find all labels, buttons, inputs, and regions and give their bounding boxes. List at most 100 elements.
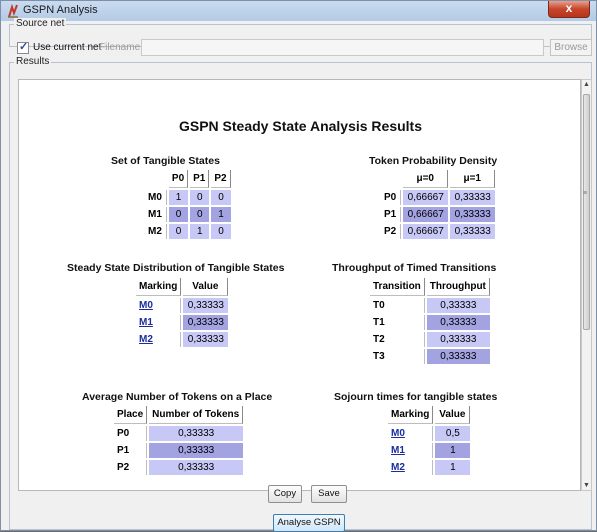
- table-cell: 0: [190, 190, 210, 205]
- table-cell: 1: [435, 443, 471, 458]
- table-cell: 0: [168, 224, 189, 239]
- column-header: Value: [435, 406, 471, 424]
- table-row: M0 1 0 0: [145, 190, 231, 205]
- close-button[interactable]: x: [548, 1, 590, 18]
- use-current-net-label[interactable]: Use current net: [33, 42, 101, 53]
- throughput-table: Transition Throughput T0 0,33333 T1 0,33…: [368, 276, 492, 366]
- marking-link[interactable]: M2: [388, 460, 434, 475]
- token-density-title: Token Probability Density: [369, 155, 498, 167]
- table-cell: 0,5: [435, 426, 471, 441]
- table-row: M1 0,33333: [136, 315, 229, 330]
- column-header: P2: [211, 170, 231, 188]
- column-header: Value: [183, 278, 229, 296]
- filename-field[interactable]: [141, 39, 544, 56]
- marking-link[interactable]: M1: [388, 443, 434, 458]
- table-header-row: Marking Value: [388, 406, 471, 424]
- table-cell: 0,33333: [450, 207, 496, 222]
- marking-link[interactable]: M2: [136, 332, 182, 347]
- table-header-row: Place Number of Tokens: [114, 406, 244, 424]
- table-cell: 0,33333: [149, 443, 244, 458]
- source-net-group-label: Source net: [14, 18, 67, 29]
- table-cell: 0,33333: [183, 332, 229, 347]
- row-header: P1: [381, 207, 402, 222]
- close-icon: x: [565, 1, 573, 15]
- window-client-area: Source net ✓ Use current net Filename: B…: [1, 18, 596, 532]
- row-header: T2: [370, 332, 425, 347]
- row-header: T1: [370, 315, 425, 330]
- table-cell: 1: [435, 460, 471, 475]
- app-icon: [8, 4, 18, 18]
- table-cell: 0,33333: [183, 315, 229, 330]
- avg-tokens-title: Average Number of Tokens on a Place: [82, 391, 273, 403]
- row-header: T0: [370, 298, 425, 313]
- table-row: P1 0,33333: [114, 443, 244, 458]
- analyse-gspn-button[interactable]: Analyse GSPN: [273, 514, 345, 532]
- column-header: Marking: [388, 406, 434, 424]
- vertical-scrollbar[interactable]: ▲ ≡ ▼: [581, 79, 592, 491]
- table-row: P0 0,33333: [114, 426, 244, 441]
- copy-button[interactable]: Copy: [268, 485, 302, 503]
- column-header: μ=0: [403, 170, 449, 188]
- table-row: T3 0,33333: [370, 349, 490, 364]
- table-cell: 0,66667: [403, 224, 449, 239]
- row-header: T3: [370, 349, 425, 364]
- row-header: M2: [145, 224, 167, 239]
- marking-link[interactable]: M0: [388, 426, 434, 441]
- column-header: Transition: [370, 278, 425, 296]
- row-header: P2: [381, 224, 402, 239]
- table-cell: 0,33333: [426, 349, 490, 364]
- column-header: P1: [190, 170, 210, 188]
- table-header-row: Transition Throughput: [370, 278, 490, 296]
- column-header: Place: [114, 406, 148, 424]
- table-cell: 0,33333: [183, 298, 229, 313]
- avg-tokens-table: Place Number of Tokens P0 0,33333 P1 0,3…: [112, 404, 245, 477]
- results-report-pane[interactable]: GSPN Steady State Analysis Results Set o…: [18, 79, 581, 491]
- column-header: μ=1: [450, 170, 496, 188]
- table-cell: 0: [211, 190, 231, 205]
- row-header: P0: [114, 426, 148, 441]
- row-header: P2: [114, 460, 148, 475]
- marking-link[interactable]: M0: [136, 298, 182, 313]
- table-cell: 0,33333: [149, 426, 244, 441]
- use-current-net-checkbox[interactable]: ✓: [17, 41, 29, 54]
- table-cell: 0,66667: [403, 190, 449, 205]
- sojourn-table: Marking Value M0 0,5 M1 1 M2 1: [386, 404, 472, 477]
- row-header: P0: [381, 190, 402, 205]
- title-bar[interactable]: GSPN Analysis x: [1, 1, 596, 21]
- marking-link[interactable]: M1: [136, 315, 182, 330]
- table-cell: 0,33333: [450, 224, 496, 239]
- table-row: M0 0,5: [388, 426, 471, 441]
- table-row: M2 0,33333: [136, 332, 229, 347]
- table-row: T1 0,33333: [370, 315, 490, 330]
- table-cell: 0: [168, 207, 189, 222]
- scroll-down-arrow-icon[interactable]: ▼: [583, 482, 590, 489]
- gspn-analysis-window: GSPN Analysis x Source net ✓ Use current…: [0, 0, 597, 532]
- column-header: P0: [168, 170, 189, 188]
- steady-state-title: Steady State Distribution of Tangible St…: [67, 262, 285, 274]
- table-cell: 1: [168, 190, 189, 205]
- tangible-states-title: Set of Tangible States: [111, 155, 220, 167]
- checkmark-icon: ✓: [19, 41, 29, 53]
- row-header: M0: [145, 190, 167, 205]
- results-group-label: Results: [14, 56, 52, 67]
- table-row: P1 0,66667 0,33333: [381, 207, 496, 222]
- table-cell: 1: [211, 207, 231, 222]
- save-button[interactable]: Save: [311, 485, 347, 503]
- scroll-up-arrow-icon[interactable]: ▲: [583, 81, 590, 88]
- scrollbar-thumb[interactable]: [583, 94, 590, 330]
- row-header: M1: [145, 207, 167, 222]
- table-row: P2 0,33333: [114, 460, 244, 475]
- throughput-title: Throughput of Timed Transitions: [332, 262, 497, 274]
- table-cell: 0: [190, 207, 210, 222]
- table-cell: 0,66667: [403, 207, 449, 222]
- steady-state-table: Marking Value M0 0,33333 M1 0,33333 M2 0…: [134, 276, 230, 349]
- tangible-states-table: P0 P1 P2 M0 1 0 0 M1 0 0 1 M2 0 1 0: [143, 168, 233, 241]
- table-header-row: P0 P1 P2: [145, 170, 231, 188]
- table-row: T0 0,33333: [370, 298, 490, 313]
- sojourn-title: Sojourn times for tangible states: [334, 391, 498, 403]
- table-row: P0 0,66667 0,33333: [381, 190, 496, 205]
- report-title: GSPN Steady State Analysis Results: [178, 118, 423, 134]
- browse-button[interactable]: Browse: [550, 39, 592, 56]
- filename-label: Filename:: [99, 42, 143, 53]
- table-row: T2 0,33333: [370, 332, 490, 347]
